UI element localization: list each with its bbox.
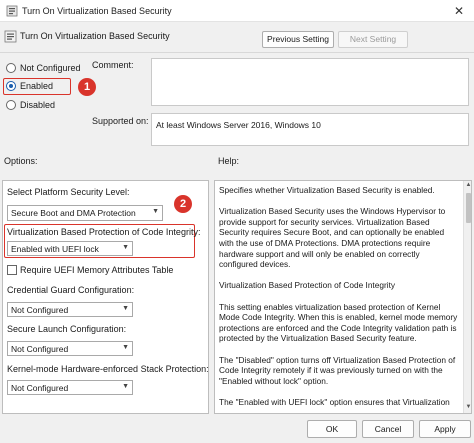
credential-guard-value: Not Configured: [11, 305, 69, 315]
secure-launch-select[interactable]: Not Configured ▼: [7, 341, 133, 356]
annotation-badge: 1: [78, 78, 96, 96]
radio-label: Disabled: [20, 100, 56, 110]
scroll-thumb[interactable]: [466, 193, 471, 223]
radio-disabled[interactable]: Disabled: [6, 99, 66, 112]
platform-security-value: Secure Boot and DMA Protection: [11, 208, 136, 218]
scroll-up-icon[interactable]: ▲: [464, 182, 471, 188]
radio-label: Enabled: [20, 81, 54, 91]
supported-on-label: Supported on:: [92, 116, 149, 126]
options-panel: Select Platform Security Level: Secure B…: [2, 180, 209, 414]
help-paragraph: This setting enables virtualization base…: [219, 301, 458, 344]
header-divider: [0, 52, 474, 53]
annotation-badge: 2: [174, 195, 192, 213]
radio-label: Not Configured: [20, 63, 81, 73]
chevron-down-icon: ▼: [122, 244, 129, 251]
next-setting-button[interactable]: Next Setting: [338, 31, 408, 48]
help-section-label: Help:: [218, 156, 240, 166]
kernel-stack-value: Not Configured: [11, 383, 69, 393]
platform-security-label: Select Platform Security Level:: [7, 187, 130, 197]
help-paragraph: Virtualization Based Security uses the W…: [219, 206, 446, 270]
secure-launch-value: Not Configured: [11, 344, 69, 354]
radio-enabled[interactable]: Enabled: [6, 80, 66, 93]
uefi-mat-checkbox[interactable]: [7, 265, 17, 275]
help-panel: Specifies whether Virtualization Based S…: [214, 180, 472, 414]
chevron-down-icon: ▼: [122, 305, 129, 312]
vbp-code-integrity-select[interactable]: Enabled with UEFI lock ▼: [7, 241, 133, 256]
radio-circle[interactable]: [6, 100, 16, 110]
radio-circle[interactable]: [6, 63, 16, 73]
setting-title: Turn On Virtualization Based Security: [20, 31, 170, 41]
help-paragraph: The "Disabled" option turns off Virtuali…: [219, 354, 456, 386]
help-paragraph: Specifies whether Virtualization Based S…: [219, 185, 435, 195]
supported-on-text: At least Windows Server 2016, Windows 10: [156, 120, 321, 130]
help-text: Specifies whether Virtualization Based S…: [219, 185, 459, 413]
secure-launch-label: Secure Launch Configuration:: [7, 324, 127, 334]
previous-setting-button[interactable]: Previous Setting: [262, 31, 334, 48]
supported-on-value: At least Windows Server 2016, Windows 10: [151, 113, 469, 146]
cancel-button[interactable]: Cancel: [362, 420, 414, 438]
ok-button[interactable]: OK: [307, 420, 357, 438]
vbp-code-integrity-label: Virtualization Based Protection of Code …: [7, 227, 201, 237]
scroll-down-icon[interactable]: ▼: [464, 404, 471, 410]
policy-icon: [6, 5, 18, 17]
credential-guard-label: Credential Guard Configuration:: [7, 285, 135, 295]
kernel-stack-select[interactable]: Not Configured ▼: [7, 380, 133, 395]
help-paragraph: Virtualization Based Protection of Code …: [219, 280, 396, 291]
radio-circle-selected[interactable]: [6, 81, 16, 91]
vbp-code-integrity-value: Enabled with UEFI lock: [11, 244, 99, 254]
platform-security-select[interactable]: Secure Boot and DMA Protection ▼: [7, 205, 163, 221]
options-section-label: Options:: [4, 156, 38, 166]
chevron-down-icon: ▼: [122, 344, 129, 351]
policy-setting-icon: [4, 30, 17, 43]
window-title: Turn On Virtualization Based Security: [22, 6, 172, 16]
apply-button[interactable]: Apply: [419, 420, 471, 438]
close-icon[interactable]: ✕: [444, 0, 474, 22]
kernel-stack-label: Kernel-mode Hardware-enforced Stack Prot…: [7, 364, 209, 374]
help-paragraph: The "Enabled with UEFI lock" option ensu…: [219, 396, 450, 407]
comment-label: Comment:: [92, 60, 134, 70]
comment-input[interactable]: [151, 58, 469, 106]
help-scrollbar[interactable]: ▲ ▼: [463, 181, 471, 413]
radio-not-configured[interactable]: Not Configured: [6, 62, 96, 75]
chevron-down-icon: ▼: [152, 208, 159, 215]
chevron-down-icon: ▼: [122, 383, 129, 390]
uefi-mat-label: Require UEFI Memory Attributes Table: [20, 265, 174, 275]
credential-guard-select[interactable]: Not Configured ▼: [7, 302, 133, 317]
